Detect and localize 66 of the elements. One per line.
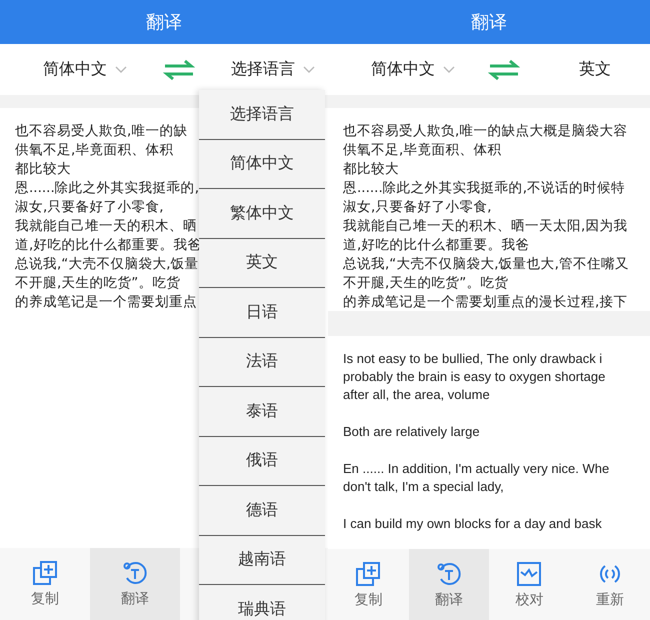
nav-label: 翻译 — [434, 591, 463, 609]
source-text-line: 供氧不足,毕竟面积、体积 — [15, 141, 174, 160]
translation-line: probably the brain is easy to oxygen shortage — [343, 368, 606, 386]
chevron-down-icon — [115, 66, 127, 73]
chevron-down-icon — [443, 66, 455, 73]
language-option[interactable]: 繁体中文 — [199, 189, 325, 238]
nav-tab[interactable]: 翻译 — [408, 549, 489, 620]
source-text-line: 淑女,只要备好了小零食, — [15, 198, 164, 217]
source-text-line: 的养成笔记是一个需要划重点的漫长过程,接下 — [343, 293, 628, 312]
source-language-selector[interactable]: 简体中文 — [30, 59, 140, 80]
nav-label: 校对 — [515, 591, 544, 609]
language-option[interactable]: 简体中文 — [199, 140, 325, 189]
translate-icon — [436, 561, 462, 587]
nav-label: 重新 — [596, 591, 624, 609]
source-text-line: 我就能自己堆一天的积木、晒一天太阳,因为我 — [343, 217, 628, 236]
source-text-line: 都比较大 — [15, 160, 71, 179]
nav-tab[interactable]: 复制 — [0, 548, 90, 620]
language-option[interactable]: 瑞典语 — [199, 585, 325, 620]
swap-icon[interactable] — [163, 58, 195, 80]
language-option[interactable]: 俄语 — [199, 436, 325, 486]
wave-frame-icon — [516, 561, 542, 587]
language-option[interactable]: 德语 — [199, 486, 325, 536]
swap-icon[interactable] — [488, 58, 520, 80]
translation-line: don't talk, I'm a special lady, — [343, 478, 504, 496]
translation-line: Is not easy to be bullied, The only drawback i — [343, 350, 602, 368]
header-title: 翻译 — [146, 11, 182, 34]
header-title: 翻译 — [471, 11, 507, 34]
translation-line: I can build my own blocks for a day and bask — [343, 515, 602, 533]
language-option[interactable]: 泰语 — [199, 387, 325, 436]
source-text-line: 我就能自己堆一天的积木、晒 — [15, 217, 197, 236]
source-text-line: 也不容易受人欺负,唯一的缺 — [15, 122, 188, 141]
translation-line: after all, the area, volume — [343, 386, 490, 404]
nav-label: 翻译 — [121, 590, 149, 608]
nav-label: 复制 — [354, 591, 382, 609]
translation-line: Both are relatively large — [343, 423, 480, 441]
source-text-line: 不开腿,天生的吃货”。吃货 — [15, 274, 180, 293]
target-language-selector[interactable]: 英文 — [540, 59, 650, 80]
source-text-line: 的养成笔记是一个需要划重点 — [15, 293, 197, 312]
language-option[interactable]: 法语 — [199, 338, 325, 387]
source-text-line: 也不容易受人欺负,唯一的缺点大概是脑袋大容 — [343, 122, 628, 141]
language-option[interactable]: 选择语言 — [199, 90, 325, 140]
language-option[interactable]: 越南语 — [199, 536, 325, 585]
source-language-selector[interactable]: 简体中文 — [358, 59, 468, 80]
source-text-line: 总说我,“大壳不仅脑袋大,饭量也大,管不住嘴又 — [343, 255, 629, 274]
source-text-line: 道,好吃的比什么都重要。我爸 — [15, 236, 202, 255]
source-text-line: 淑女,只要备好了小零食, — [343, 198, 492, 217]
source-text-line: 不开腿,天生的吃货”。吃货 — [343, 274, 508, 293]
source-text-line: 道,好吃的比什么都重要。我爸 — [343, 236, 530, 255]
nav-tab[interactable]: 翻译 — [90, 548, 180, 620]
translate-icon — [122, 560, 148, 586]
chevron-down-icon — [303, 66, 315, 73]
nav-tab[interactable]: 重新 — [570, 549, 650, 620]
source-text-line: 恩......除此之外其实我挺乖的,不说话的时候特 — [343, 179, 626, 198]
language-option[interactable]: 日语 — [199, 288, 325, 338]
translation-line: En ...... In addition, I'm actually very nice. Whe — [343, 460, 610, 478]
source-text-line: 供氧不足,毕竟面积、体积 — [343, 141, 502, 160]
copy-icon — [32, 560, 58, 586]
target-language-selector[interactable]: 选择语言 — [218, 59, 328, 80]
nav-tab[interactable]: 校对 — [489, 549, 570, 620]
source-text-line: 都比较大 — [343, 160, 399, 179]
nav-tab[interactable]: 复制 — [328, 549, 408, 620]
source-text-line: 总说我,“大壳不仅脑袋大,饭量 — [15, 255, 199, 274]
copy-icon — [355, 561, 382, 587]
nav-label: 复制 — [31, 590, 59, 608]
source-text-line: 恩......除此之外其实我挺乖的, — [15, 179, 200, 198]
language-option[interactable]: 英文 — [199, 238, 325, 288]
